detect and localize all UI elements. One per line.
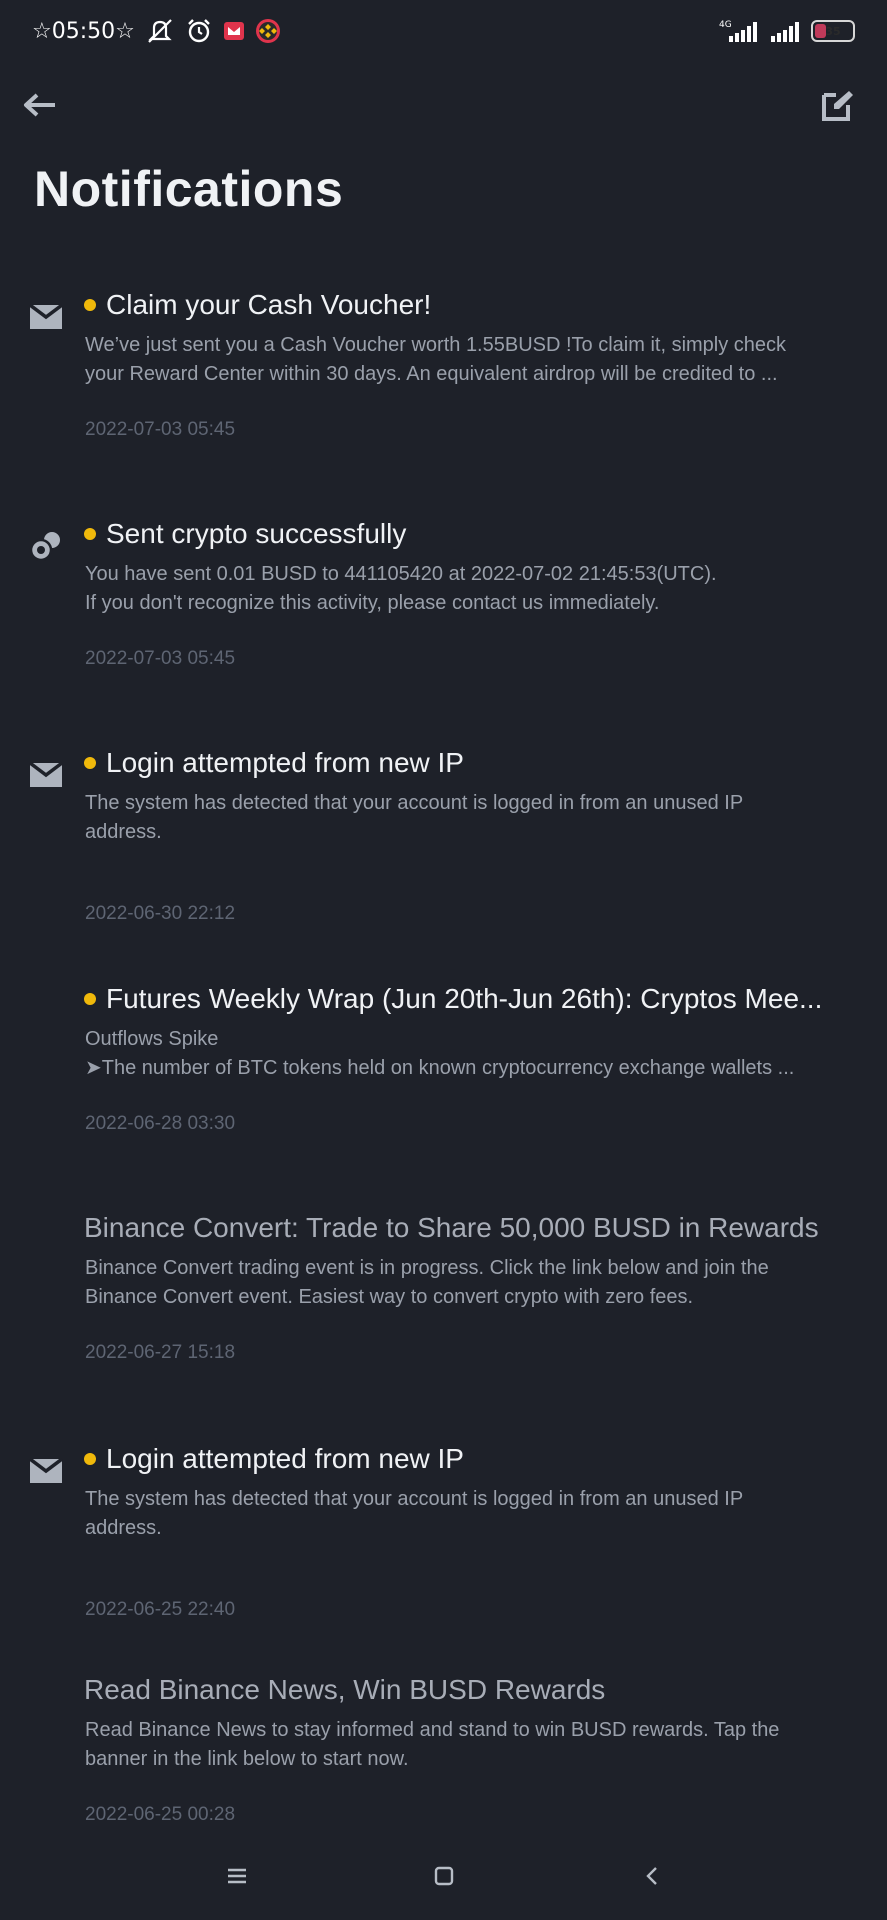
notification-body: Binance Convert trading event is in prog… xyxy=(85,1254,875,1312)
system-back-button[interactable] xyxy=(627,1856,677,1896)
status-right: 4G 35 xyxy=(715,18,855,44)
notification-body: The system has detected that your accoun… xyxy=(85,1485,875,1543)
notification-date: 2022-06-30 22:12 xyxy=(85,903,236,924)
notification-item[interactable]: Login attempted from new IP The system ha… xyxy=(0,745,887,945)
back-chevron-icon xyxy=(646,1867,657,1885)
notification-body-line: address. xyxy=(85,821,162,843)
notification-body: The system has detected that your accoun… xyxy=(85,789,875,847)
status-time: ☆05:50☆ xyxy=(32,18,135,44)
notification-body: We’ve just sent you a Cash Voucher worth… xyxy=(85,331,875,389)
battery-percent: 35 xyxy=(825,24,841,38)
notification-date: 2022-07-03 05:45 xyxy=(85,419,236,440)
arrow-left-icon xyxy=(24,93,55,117)
notification-body-line: The system has detected that your accoun… xyxy=(85,792,744,814)
notification-body-line: address. xyxy=(85,1517,162,1539)
battery-icon: 35 xyxy=(811,20,855,42)
notification-body-line: The system has detected that your accoun… xyxy=(85,1488,744,1510)
unread-dot xyxy=(84,757,96,769)
notification-body-line: Binance Convert trading event is in prog… xyxy=(85,1257,769,1279)
mark-all-read-icon xyxy=(822,91,853,121)
notification-body-line: Binance Convert event. Easiest way to co… xyxy=(85,1286,694,1308)
unread-dot xyxy=(84,528,96,540)
menu-icon xyxy=(228,1868,246,1884)
notification-date: 2022-06-28 03:30 xyxy=(85,1113,236,1134)
notification-body-line: Outflows Spike xyxy=(85,1028,219,1050)
notification-body-line: We’ve just sent you a Cash Voucher worth… xyxy=(85,334,787,356)
envelope-icon xyxy=(26,1451,66,1491)
notification-title-row: Login attempted from new IP xyxy=(84,1441,464,1477)
notification-title: Claim your Cash Voucher! xyxy=(106,289,432,320)
notification-body: Outflows Spike ➤The number of BTC tokens … xyxy=(85,1025,875,1083)
notification-date: 2022-07-03 05:45 xyxy=(85,648,236,669)
unread-dot xyxy=(84,299,96,311)
status-left: ☆05:50☆ xyxy=(32,17,281,45)
binance-app-icon xyxy=(255,18,281,44)
notification-title-row: Read Binance News, Win BUSD Rewards xyxy=(84,1672,605,1708)
notification-item[interactable]: Login attempted from new IP The system ha… xyxy=(0,1441,887,1641)
notification-title: Read Binance News, Win BUSD Rewards xyxy=(84,1674,606,1705)
notification-body-line: banner in the link below to start now. xyxy=(85,1748,409,1770)
notification-item[interactable]: Sent crypto successfully You have sent 0.… xyxy=(0,516,887,716)
mark-all-read-button[interactable] xyxy=(819,86,857,124)
notification-body: You have sent 0.01 BUSD to 441105420 at … xyxy=(85,560,875,618)
notification-item[interactable]: Futures Weekly Wrap (Jun 20th-Jun 26th):… xyxy=(0,981,887,1181)
notification-title: Binance Convert: Trade to Share 50,000 B… xyxy=(84,1212,819,1243)
battery-fill xyxy=(815,24,826,38)
coins-icon xyxy=(26,526,66,566)
unread-dot xyxy=(84,1453,96,1465)
notification-item[interactable]: Claim your Cash Voucher! We’ve just sent … xyxy=(0,287,887,487)
home-button[interactable] xyxy=(419,1856,469,1896)
notification-title: Login attempted from new IP xyxy=(106,747,464,778)
envelope-icon xyxy=(26,297,66,337)
notification-title: Futures Weekly Wrap (Jun 20th-Jun 26th):… xyxy=(106,983,823,1014)
unread-dot xyxy=(84,993,96,1005)
notification-title: Sent crypto successfully xyxy=(106,518,407,549)
notification-body-line: If you don't recognize this activity, pl… xyxy=(85,592,660,614)
mail-app-icon xyxy=(223,21,245,41)
notification-date: 2022-06-25 00:28 xyxy=(85,1804,236,1825)
status-time-text: 05:50 xyxy=(51,18,116,44)
mute-icon xyxy=(145,18,175,44)
notification-body-line: your Reward Center within 30 days. An eq… xyxy=(85,363,778,385)
notification-title-row: Binance Convert: Trade to Share 50,000 B… xyxy=(84,1210,819,1246)
notification-title-row: Claim your Cash Voucher! xyxy=(84,287,431,323)
wifi-signal-icon xyxy=(769,18,803,44)
network-label: 4G xyxy=(719,20,732,30)
menu-button[interactable] xyxy=(212,1856,262,1896)
envelope-icon xyxy=(26,755,66,795)
notification-body: Read Binance News to stay informed and s… xyxy=(85,1716,875,1774)
notification-date: 2022-06-25 22:40 xyxy=(85,1599,236,1620)
status-bar: ☆05:50☆ 4G 35 xyxy=(0,0,887,64)
notification-date: 2022-06-27 15:18 xyxy=(85,1342,236,1363)
alarm-icon xyxy=(185,17,213,45)
back-button[interactable] xyxy=(20,88,60,122)
notification-body-line: Read Binance News to stay informed and s… xyxy=(85,1719,780,1741)
notification-title-row: Futures Weekly Wrap (Jun 20th-Jun 26th):… xyxy=(84,981,822,1017)
notification-title: Login attempted from new IP xyxy=(106,1443,464,1474)
signal-icon: 4G xyxy=(715,18,761,44)
notification-item[interactable]: Binance Convert: Trade to Share 50,000 B… xyxy=(0,1210,887,1410)
notification-title-row: Login attempted from new IP xyxy=(84,745,464,781)
page-title: Notifications xyxy=(34,161,344,217)
notification-body-line: ➤The number of BTC tokens held on known … xyxy=(85,1057,795,1079)
system-nav-bar xyxy=(0,1840,887,1920)
notification-title-row: Sent crypto successfully xyxy=(84,516,406,552)
home-square-icon xyxy=(434,1866,454,1886)
notification-body-line: You have sent 0.01 BUSD to 441105420 at … xyxy=(85,563,717,585)
